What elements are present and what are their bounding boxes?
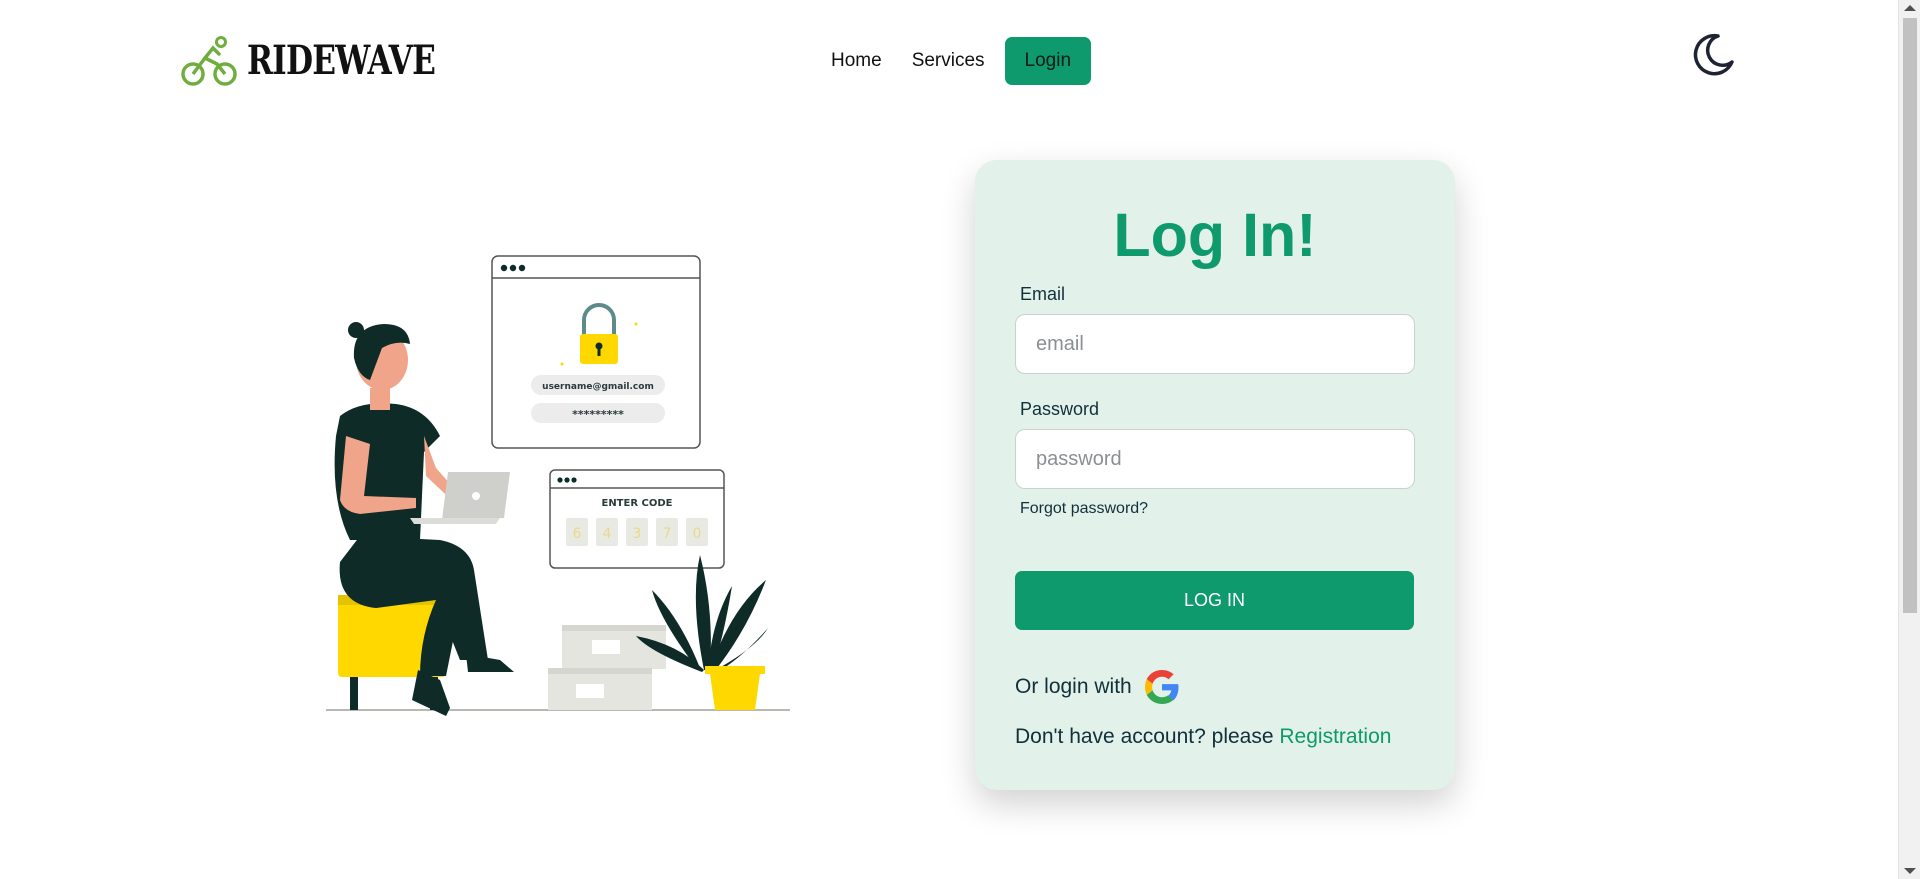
code-digit: 4 <box>603 526 612 542</box>
vertical-scrollbar[interactable] <box>1898 0 1920 879</box>
moon-icon[interactable] <box>1690 32 1736 78</box>
code-digit: 3 <box>633 526 642 542</box>
illustration-password-text: ********* <box>572 408 624 421</box>
alt-login: Or login with <box>1015 667 1182 707</box>
login-card: Log In! Email Password Forgot password? … <box>975 160 1455 790</box>
registration-link[interactable]: Registration <box>1279 725 1391 748</box>
register-prompt: Don't have account? please <box>1015 725 1274 748</box>
password-field[interactable] <box>1015 429 1415 489</box>
code-digit: 0 <box>693 526 702 542</box>
browser-window-code: ENTER CODE 6 4 3 7 0 <box>549 469 725 569</box>
nav-link-login[interactable]: Login <box>1004 37 1092 85</box>
scroll-down-arrow-icon[interactable] <box>1904 868 1916 874</box>
nav-links: Home Services Login <box>816 37 1092 85</box>
forgot-password-link[interactable]: Forgot password? <box>1020 500 1148 518</box>
password-label: Password <box>1020 399 1100 419</box>
login-illustration: username@gmail.com ********* ENTER CODE … <box>326 255 790 716</box>
register-line: Don't have account? please Registration <box>1015 725 1391 749</box>
illustration-code-title: ENTER CODE <box>601 498 672 509</box>
brand-name: RIDEWAVE <box>247 36 436 84</box>
nav-link-services[interactable]: Services <box>897 38 1000 84</box>
brand[interactable]: RIDEWAVE <box>181 32 488 88</box>
alt-login-text: Or login with <box>1015 675 1132 698</box>
scroll-thumb[interactable] <box>1903 18 1917 613</box>
storage-boxes <box>548 625 666 710</box>
login-title: Log In! <box>1113 201 1317 269</box>
scroll-up-arrow-icon[interactable] <box>1904 5 1916 11</box>
email-label: Email <box>1020 284 1066 304</box>
google-icon[interactable] <box>1142 667 1182 707</box>
code-digit: 7 <box>663 526 672 542</box>
email-field[interactable] <box>1015 314 1415 374</box>
browser-window-login: username@gmail.com ********* <box>491 255 701 449</box>
navbar: RIDEWAVE Home Services Login <box>0 0 1898 122</box>
nav-link-home[interactable]: Home <box>816 38 897 84</box>
code-digit: 6 <box>573 526 582 542</box>
illustration-email-text: username@gmail.com <box>542 382 654 392</box>
cyclist-icon <box>181 36 237 86</box>
login-button[interactable]: LOG IN <box>1015 571 1414 630</box>
